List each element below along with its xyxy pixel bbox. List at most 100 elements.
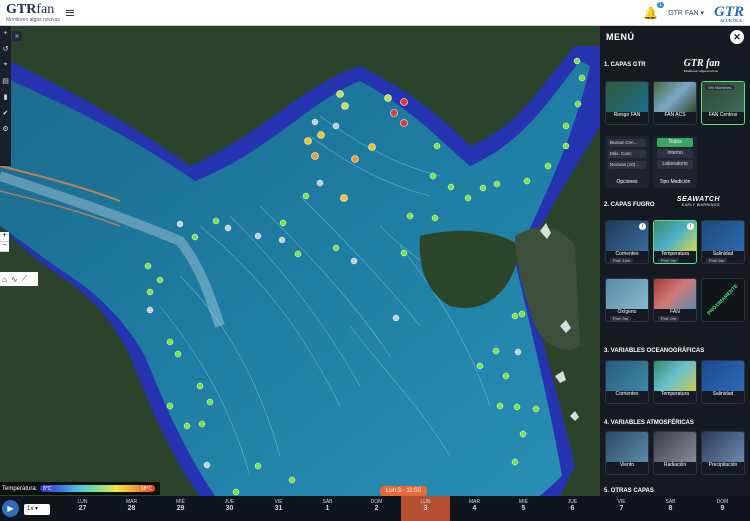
day-number: 8 bbox=[668, 505, 673, 512]
legend-max: 18°C bbox=[140, 485, 152, 492]
menu-title: MENÚ bbox=[606, 32, 635, 42]
timeline-day[interactable]: SÁB 1 bbox=[303, 499, 352, 513]
day-number: 7 bbox=[619, 505, 624, 512]
temperature-legend: Temperatura: 8°C 18°C bbox=[0, 482, 160, 495]
zoom-out-button[interactable]: − bbox=[0, 242, 9, 252]
tile-label: Temperatura bbox=[660, 391, 690, 397]
tile-viento[interactable]: Viento bbox=[605, 431, 649, 475]
map-left-toolbar: + ↺ ⌖ ▤ ▮ ✔ ⚙ bbox=[0, 26, 11, 166]
proximamente-label: PRÓXIMAMENTE bbox=[706, 283, 740, 317]
check-icon[interactable]: ✔ bbox=[3, 109, 9, 117]
hamburger-menu-icon[interactable] bbox=[65, 9, 74, 16]
depth-select[interactable]: Prof: 0m bbox=[610, 316, 632, 321]
timeline-day[interactable]: DOM 2 bbox=[352, 499, 401, 513]
tile-salinidad-fugro[interactable]: Salinidad Prof: 0m bbox=[701, 220, 745, 264]
plus-icon[interactable]: + bbox=[3, 30, 7, 37]
options-caption: Opciones bbox=[616, 179, 638, 185]
day-number: 1 bbox=[325, 505, 330, 512]
app-logo[interactable]: GTRfan Monitoreo algas nocivas bbox=[6, 1, 60, 23]
timeline-day[interactable]: DOM 9 bbox=[695, 499, 750, 513]
tile-temperatura-ocean[interactable]: Temperatura bbox=[653, 360, 697, 404]
section-capas-fugro: 2. CAPAS FUGRO bbox=[604, 202, 655, 208]
brand-sw-sub: EARLY WARNINGS bbox=[681, 203, 720, 207]
tile-temperatura-fugro[interactable]: i Temperatura Prof: 0m bbox=[653, 220, 697, 264]
timeline-day[interactable]: MAR 28 bbox=[107, 499, 156, 513]
notification-badge: 1 bbox=[656, 1, 665, 8]
close-icon[interactable]: ✕ bbox=[730, 30, 744, 44]
logo-gtr-text: GTR bbox=[6, 1, 37, 17]
day-number: 6 bbox=[570, 505, 575, 512]
tile-corrientes-fugro[interactable]: i Corrientes Prof: 10m bbox=[605, 220, 649, 264]
tile-fan-fugro[interactable]: FAN Prof: 0m bbox=[653, 278, 697, 322]
tile-precipitacion[interactable]: Precipitación bbox=[701, 431, 745, 475]
zoom-in-button[interactable]: + bbox=[0, 232, 9, 242]
timeline-day[interactable]: JUE 30 bbox=[205, 499, 254, 513]
depth-select[interactable]: Prof: 10m bbox=[610, 258, 634, 263]
tile-label: Temperatura bbox=[660, 251, 690, 257]
play-icon[interactable]: ▶ bbox=[2, 500, 19, 517]
line-chart-icon[interactable]: ∿ bbox=[11, 275, 18, 284]
tile-fan-centros[interactable]: Ver Nombres FAN Centros bbox=[701, 81, 745, 125]
settings-icon[interactable]: ⚙ bbox=[2, 125, 8, 133]
tipo-medicion-box: Todos Interno Laboratorio Tipo Medición bbox=[653, 136, 697, 188]
tile-fan-acs[interactable]: FAN ACS bbox=[653, 81, 697, 125]
layers-icon[interactable]: ▤ bbox=[2, 77, 9, 85]
tile-label: Salinidad bbox=[712, 391, 734, 397]
pin-icon[interactable]: ⌂ bbox=[2, 275, 7, 284]
buscar-centros-select[interactable]: Buscar Cen... bbox=[608, 139, 646, 147]
brand-sw-text: SEAWATCH bbox=[676, 196, 720, 203]
nocivas-select[interactable]: Nocivas (10)... bbox=[608, 161, 646, 169]
timeline-day[interactable]: VIE 7 bbox=[597, 499, 646, 513]
options-box: Buscar Cen... Máx. Conc Nocivas (10)... … bbox=[605, 136, 649, 188]
map-canvas[interactable] bbox=[0, 26, 600, 496]
tile-radiacion[interactable]: Radiación bbox=[653, 431, 697, 475]
max-conc-select[interactable]: Máx. Conc bbox=[608, 150, 646, 158]
depth-select[interactable]: Prof: 0m bbox=[658, 316, 680, 321]
day-number: 5 bbox=[521, 505, 526, 512]
timeline-day[interactable]: LUN 27 bbox=[58, 499, 107, 513]
tile-salinidad-ocean[interactable]: Salinidad bbox=[701, 360, 745, 404]
info-icon[interactable]: i bbox=[687, 223, 694, 230]
legend-color-bar: 8°C 18°C bbox=[40, 485, 155, 492]
timeline-day[interactable]: VIE 31 bbox=[254, 499, 303, 513]
tile-oxigeno-fugro[interactable]: Oxígeno Prof: 0m bbox=[605, 278, 649, 322]
timeline-bar: ▶ 1x ▾ Lun 3 - 11:00 LUN 27 MAR 28 MIÉ 29 J… bbox=[0, 486, 750, 521]
day-number: 4 bbox=[472, 505, 477, 512]
legend-min: 8°C bbox=[43, 485, 52, 492]
depth-select[interactable]: Prof: 0m bbox=[706, 258, 728, 263]
section-variables-oceanograficas: 3. VARIABLES OCEANOGRÁFICAS bbox=[604, 348, 705, 354]
day-number: 29 bbox=[176, 505, 185, 512]
expand-panel-icon[interactable]: » bbox=[12, 31, 22, 41]
ver-nombres-toggle[interactable]: Ver Nombres bbox=[705, 85, 735, 90]
gtr-fan-brand: GTR fan Monitoreo algas nocivas bbox=[684, 58, 720, 73]
tipo-interno-button[interactable]: Interno bbox=[657, 149, 693, 158]
chart-icon[interactable]: ▮ bbox=[4, 93, 8, 101]
timeline-day[interactable]: SÁB 8 bbox=[646, 499, 695, 513]
timeline-day[interactable]: MIÉ 5 bbox=[499, 499, 548, 513]
polyline-icon[interactable]: ⟋ bbox=[22, 274, 28, 284]
history-icon[interactable]: ↺ bbox=[3, 45, 9, 53]
location-icon[interactable]: ⌖ bbox=[4, 61, 8, 69]
timeline-day[interactable]: JUE 6 bbox=[548, 499, 597, 513]
gtr-acuicola-logo: GTR ACUICOLA bbox=[714, 4, 744, 23]
info-icon[interactable]: i bbox=[639, 223, 646, 230]
tipo-laboratorio-button[interactable]: Laboratorio bbox=[657, 160, 693, 169]
seawatch-brand: SEAWATCH EARLY WARNINGS bbox=[677, 196, 720, 207]
tile-riesgo-fan[interactable]: Riesgo FAN bbox=[605, 81, 649, 125]
tile-proximamente: PRÓXIMAMENTE bbox=[701, 278, 745, 322]
depth-select[interactable]: Prof: 0m bbox=[658, 258, 680, 263]
tile-label: Viento bbox=[619, 462, 635, 468]
tile-label: Precipitación bbox=[708, 462, 738, 468]
notification-bell-icon[interactable]: 🔔 1 bbox=[643, 1, 665, 20]
timeline-day[interactable]: MIÉ 29 bbox=[156, 499, 205, 513]
tile-corrientes-ocean[interactable]: Corrientes bbox=[605, 360, 649, 404]
timeline-day[interactable]: MAR 4 bbox=[450, 499, 499, 513]
timeline-day-current[interactable]: LUN 3 bbox=[401, 496, 450, 521]
user-menu[interactable]: GTR FAN ▾ bbox=[668, 9, 704, 17]
tile-label: Radiación bbox=[663, 462, 687, 468]
tipo-todos-button[interactable]: Todos bbox=[657, 138, 693, 147]
day-number: 28 bbox=[127, 505, 136, 512]
speed-select[interactable]: 1x ▾ bbox=[24, 504, 50, 515]
tipo-caption: Tipo Medición bbox=[659, 179, 691, 185]
section-variables-atmosfericas: 4. VARIABLES ATMOSFÉRICAS bbox=[604, 420, 694, 426]
